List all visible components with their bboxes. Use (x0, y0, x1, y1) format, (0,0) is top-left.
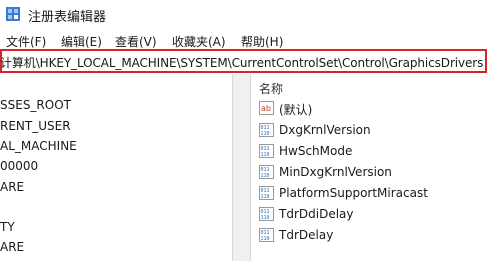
svg-text:110: 110 (261, 236, 270, 242)
window-title: 注册表编辑器 (28, 10, 107, 25)
menu-view[interactable]: 查看(V) (115, 33, 157, 50)
menu-edit[interactable]: 编辑(E) (61, 33, 102, 50)
address-bar[interactable]: 计算机\HKEY_LOCAL_MACHINE\SYSTEM\CurrentCon… (0, 49, 487, 73)
value-name: HwSchMode (279, 144, 353, 158)
tree-item-00000[interactable]: 00000 (0, 159, 38, 173)
address-path[interactable]: 计算机\HKEY_LOCAL_MACHINE\SYSTEM\CurrentCon… (0, 54, 483, 71)
binary-value-icon: 011 110 (259, 144, 274, 158)
value-name: TdrDelay (279, 228, 334, 242)
svg-text:110: 110 (261, 131, 270, 137)
tree-item-hkcu[interactable]: RENT_USER (0, 119, 71, 133)
menu-favorites[interactable]: 收藏夹(A) (172, 33, 226, 50)
svg-text:ab: ab (261, 104, 271, 113)
binary-value-icon: 011 110 (259, 123, 274, 137)
tree-scrollbar[interactable] (233, 74, 250, 261)
values-pane[interactable]: 名称 ab (默认) 011 110 DxgKrnlVersion 011 11… (251, 74, 500, 261)
svg-text:110: 110 (261, 152, 270, 158)
title-bar: 注册表编辑器 (0, 0, 500, 30)
value-name: DxgKrnlVersion (279, 123, 371, 137)
value-name: TdrDdiDelay (279, 207, 354, 221)
value-name: PlatformSupportMiracast (279, 186, 428, 200)
value-name: MinDxgKrnlVersion (279, 165, 392, 179)
binary-value-icon: 011 110 (259, 165, 274, 179)
tree-item-security[interactable]: TY (0, 220, 15, 234)
tree-item-hardware[interactable]: ARE (0, 180, 24, 194)
string-value-icon: ab (259, 101, 274, 115)
menu-file[interactable]: 文件(F) (6, 33, 46, 50)
binary-value-icon: 011 110 (259, 228, 274, 242)
menu-help[interactable]: 帮助(H) (241, 33, 283, 50)
tree-item-software[interactable]: ARE (0, 240, 24, 254)
regedit-icon (6, 7, 20, 21)
binary-value-icon: 011 110 (259, 186, 274, 200)
svg-text:110: 110 (261, 215, 270, 221)
tree-pane[interactable]: SSES_ROOT RENT_USER AL_MACHINE 00000 ARE… (0, 76, 232, 261)
svg-text:110: 110 (261, 173, 270, 179)
binary-value-icon: 011 110 (259, 207, 274, 221)
value-name: (默认) (279, 103, 313, 117)
tree-item-hklm[interactable]: AL_MACHINE (0, 139, 77, 153)
tree-item-hkcr[interactable]: SSES_ROOT (0, 98, 71, 112)
column-header-name[interactable]: 名称 (259, 80, 283, 97)
svg-text:110: 110 (261, 194, 270, 200)
